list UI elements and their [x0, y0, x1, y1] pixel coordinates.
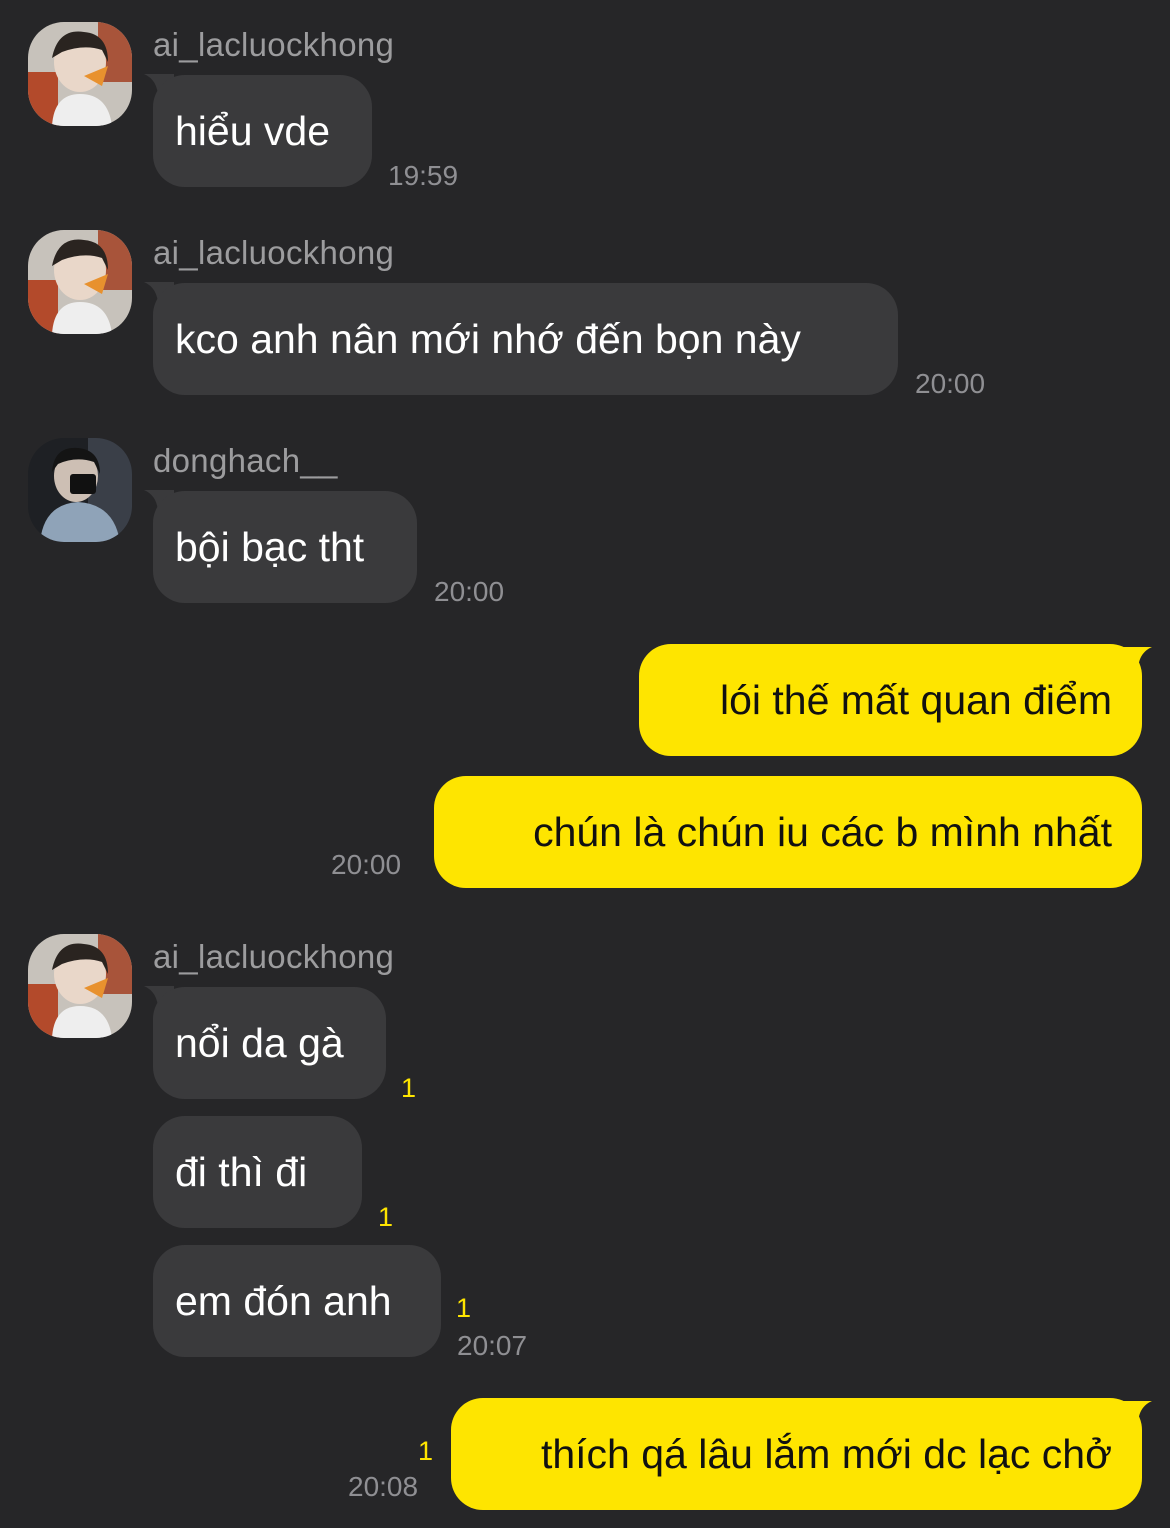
- message-bubble[interactable]: lói thế mất quan điểm: [639, 644, 1142, 756]
- message-time: 20:00: [915, 368, 986, 399]
- sender-name: ai_lacluockhong: [153, 938, 395, 975]
- avatar-photo: [28, 438, 132, 542]
- avatar[interactable]: [28, 438, 132, 542]
- message-time: 19:59: [388, 160, 459, 191]
- message-bubble[interactable]: chún là chún iu các b mình nhất: [434, 776, 1142, 888]
- unread-count: 1: [456, 1293, 472, 1323]
- message-time: 20:07: [457, 1330, 528, 1361]
- message-bubble[interactable]: hiểu vde: [153, 75, 372, 187]
- message-bubble[interactable]: bội bạc tht: [153, 491, 417, 603]
- sender-name: ai_lacluockhong: [153, 234, 395, 271]
- avatar[interactable]: [28, 230, 132, 334]
- avatar[interactable]: [28, 22, 132, 126]
- message-bubble[interactable]: đi thì đi: [153, 1116, 362, 1228]
- sender-name: donghach__: [153, 442, 338, 479]
- unread-count: 1: [401, 1073, 417, 1103]
- message-bubble[interactable]: thích qá lâu lắm mới dc lạc chở: [451, 1398, 1142, 1510]
- message-bubble[interactable]: nổi da gà: [153, 987, 386, 1099]
- message-time: 20:00: [434, 576, 505, 607]
- message-bubble[interactable]: em đón anh: [153, 1245, 441, 1357]
- unread-count: 1: [378, 1202, 394, 1232]
- avatar-photo: [28, 230, 132, 334]
- sender-name: ai_lacluockhong: [153, 26, 395, 63]
- avatar-photo: [28, 22, 132, 126]
- unread-count: 1: [418, 1436, 434, 1466]
- message-time: 20:08: [348, 1471, 419, 1502]
- message-bubble[interactable]: kco anh nân mới nhớ đến bọn này: [153, 283, 898, 395]
- avatar[interactable]: [28, 934, 132, 1038]
- avatar-photo: [28, 934, 132, 1038]
- message-time: 20:00: [331, 849, 402, 880]
